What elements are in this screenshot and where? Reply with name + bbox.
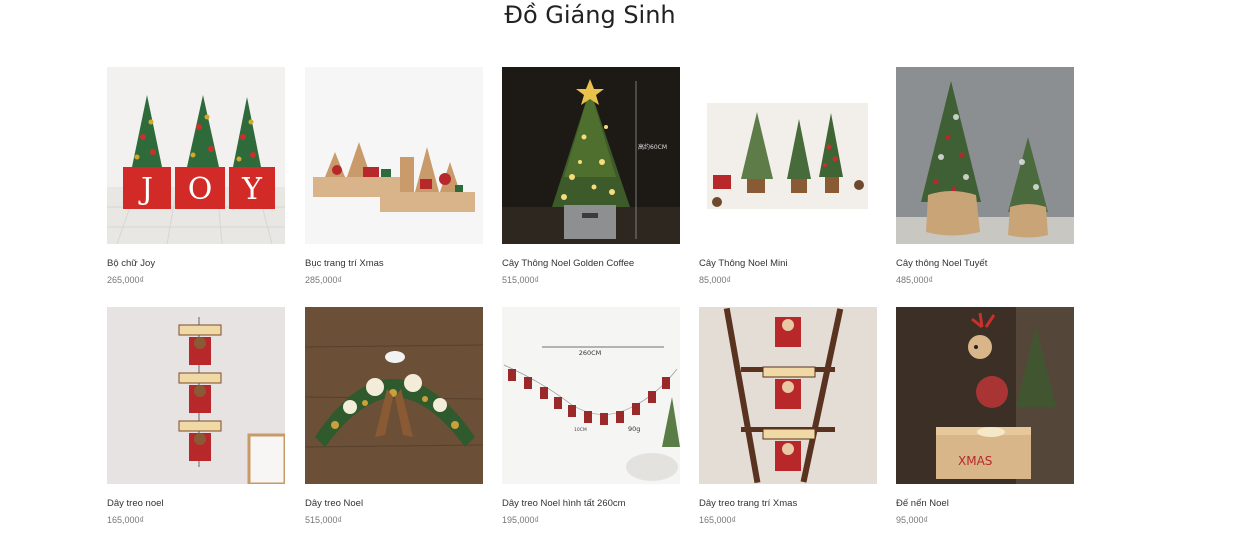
product-image-sock-garland[interactable]: 260CM 10CM 90g bbox=[502, 307, 680, 484]
garland-length-label: 260CM bbox=[579, 349, 602, 357]
product-name[interactable]: Bộ chữ Joy bbox=[107, 258, 285, 270]
weight-label: 90g bbox=[628, 425, 640, 433]
product-price: 485,000₫ bbox=[896, 275, 934, 285]
tree-height-label: 高约60CM bbox=[638, 143, 667, 151]
product-price: 85,000₫ bbox=[699, 275, 732, 285]
product-price: 95,000₫ bbox=[896, 515, 929, 525]
product-price: 515,000₫ bbox=[305, 515, 343, 525]
product-price: 195,000₫ bbox=[502, 515, 540, 525]
product-image-wreath-swag[interactable] bbox=[305, 307, 483, 484]
product-card[interactable]: 高约60CM Cây Thông Noel Golden Coffee 515,… bbox=[502, 67, 680, 286]
product-price: 165,000₫ bbox=[107, 515, 145, 525]
product-name[interactable]: Bục trang trí Xmas bbox=[305, 258, 483, 270]
product-name[interactable]: Cây Thông Noel Golden Coffee bbox=[502, 258, 680, 270]
product-image-xmas-stand[interactable] bbox=[305, 67, 483, 244]
product-card[interactable]: XMAS Đế nến Noel 95,000₫ bbox=[896, 307, 1074, 526]
sock-size-label: 10CM bbox=[574, 427, 587, 433]
product-card[interactable]: Cây thông Noel Tuyết 485,000₫ bbox=[896, 67, 1074, 286]
product-card[interactable]: Dây treo noel 165,000₫ bbox=[107, 307, 285, 526]
product-name[interactable]: Dây treo noel bbox=[107, 498, 285, 510]
product-image-snow-tree[interactable] bbox=[896, 67, 1074, 244]
product-name[interactable]: Dây treo trang trí Xmas bbox=[699, 498, 877, 510]
product-price: 265,000₫ bbox=[107, 275, 145, 285]
product-name[interactable]: Đế nến Noel bbox=[896, 498, 1074, 510]
product-image-golden-tree[interactable]: 高约60CM bbox=[502, 67, 680, 244]
product-image-candle-holder[interactable]: XMAS bbox=[896, 307, 1074, 484]
product-card[interactable]: Cây Thông Noel Mini 85,000₫ bbox=[699, 67, 877, 286]
product-name[interactable]: Dây treo Noel bbox=[305, 498, 483, 510]
product-card[interactable]: 260CM 10CM 90g Dây treo Noel hình tất 26… bbox=[502, 307, 680, 526]
product-grid-page: Đồ Giáng Sinh J O Y Bộ chữ Joy 265,000₫ … bbox=[0, 0, 1251, 556]
product-image-joy-blocks[interactable]: J O Y bbox=[107, 67, 285, 244]
xmas-box-text: XMAS bbox=[958, 454, 992, 468]
product-name[interactable]: Dây treo Noel hình tất 260cm bbox=[502, 498, 680, 510]
product-image-xmas-hanging[interactable] bbox=[699, 307, 877, 484]
product-price: 165,000₫ bbox=[699, 515, 737, 525]
product-name[interactable]: Cây Thông Noel Mini bbox=[699, 258, 877, 270]
product-image-hanging-string[interactable] bbox=[107, 307, 285, 484]
joy-letter-o: O bbox=[188, 172, 213, 207]
section-title: Đồ Giáng Sinh bbox=[504, 1, 676, 29]
joy-letter-y: Y bbox=[241, 172, 263, 207]
product-card[interactable]: Dây treo trang trí Xmas 165,000₫ bbox=[699, 307, 877, 526]
product-card[interactable]: Bục trang trí Xmas 285,000₫ bbox=[305, 67, 483, 286]
product-price: 285,000₫ bbox=[305, 275, 343, 285]
product-card[interactable]: J O Y Bộ chữ Joy 265,000₫ bbox=[107, 67, 285, 286]
product-card[interactable]: Dây treo Noel 515,000₫ bbox=[305, 307, 483, 526]
joy-letter-j: J bbox=[138, 172, 153, 207]
product-price: 515,000₫ bbox=[502, 275, 540, 285]
product-name[interactable]: Cây thông Noel Tuyết bbox=[896, 258, 1074, 270]
product-image-mini-trees[interactable] bbox=[699, 67, 877, 244]
